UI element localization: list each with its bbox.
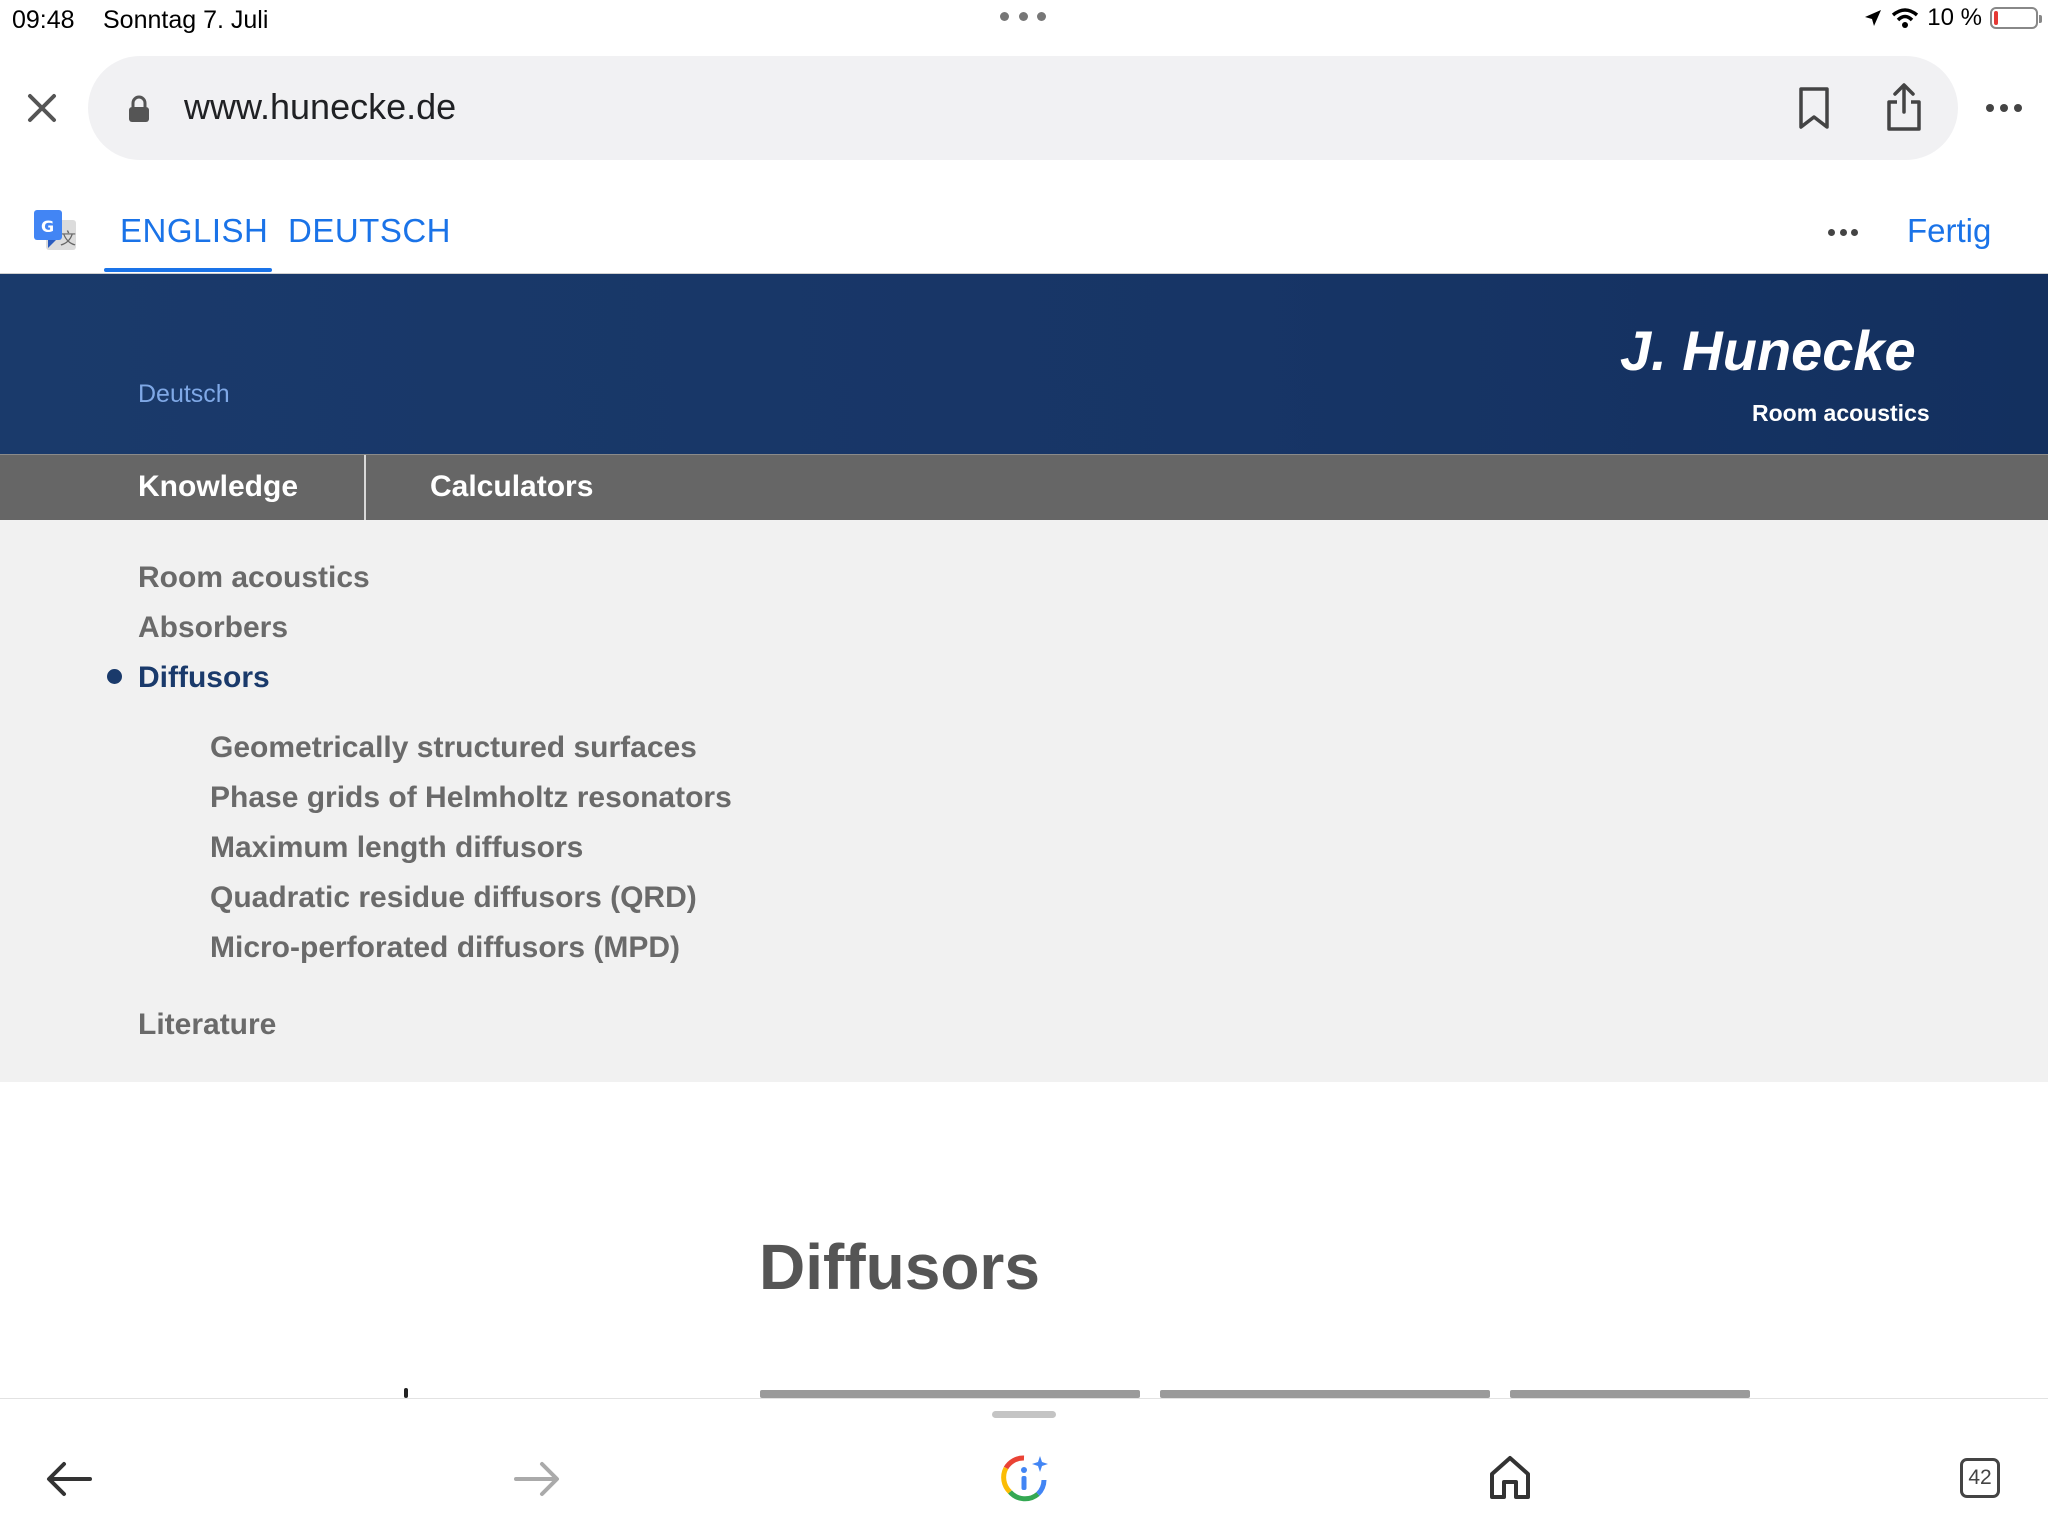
svg-text:G: G [41,217,54,236]
done-button[interactable]: Fertig [1907,212,1991,250]
main-nav [0,454,2048,520]
close-icon[interactable] [22,88,62,128]
tab-english[interactable]: ENGLISH [120,212,268,250]
active-tab-indicator [104,268,272,272]
grab-handle[interactable] [992,1411,1056,1418]
status-date: Sonntag 7. Juli [103,6,269,34]
bookmark-icon[interactable] [1796,86,1832,130]
multitasking-dots-icon[interactable] [1000,12,1046,22]
battery-icon [1990,7,2042,29]
active-bullet [107,669,122,684]
status-time: 09:48 [12,6,75,34]
home-icon[interactable] [1487,1452,1533,1502]
subnav-item-literature[interactable]: Literature [138,1008,276,1042]
language-link[interactable]: Deutsch [138,380,230,409]
subnav-child-phase-grids[interactable]: Phase grids of Helmholtz resonators [210,781,732,815]
back-arrow-icon[interactable] [44,1458,94,1500]
tab-deutsch[interactable]: DEUTSCH [288,212,451,250]
subnav-child-qrd[interactable]: Quadratic residue diffusors (QRD) [210,881,697,915]
nav-divider [364,455,366,520]
site-logo[interactable]: J. Hunecke [1620,318,1916,383]
svg-text:文: 文 [60,229,76,248]
nav-calculators[interactable]: Calculators [430,470,593,504]
subnav-item-absorbers[interactable]: Absorbers [138,611,288,645]
location-arrow-icon [1865,10,1882,26]
nav-knowledge[interactable]: Knowledge [138,470,298,504]
clipped-paragraph-line [360,1388,1800,1398]
forward-arrow-icon[interactable] [512,1458,562,1500]
page-title: Diffusors [759,1231,1040,1303]
share-icon[interactable] [1884,82,1924,132]
tabs-icon[interactable]: 42 [1960,1458,2000,1498]
url-text[interactable]: www.hunecke.de [184,86,456,128]
google-lens-icon[interactable] [998,1452,1050,1504]
lock-icon [129,95,149,122]
subnav-item-diffusors[interactable]: Diffusors [138,661,270,695]
subnav-item-room-acoustics[interactable]: Room acoustics [138,561,370,595]
subnav-child-mpd[interactable]: Micro-perforated diffusors (MPD) [210,931,680,965]
subnav-child-mls-diffusors[interactable]: Maximum length diffusors [210,831,583,865]
tab-count: 42 [1968,1466,1992,1489]
status-indicators: 10 % [1863,4,2042,32]
battery-percent: 10 % [1927,4,1982,31]
google-translate-icon: 文 G [34,210,76,250]
translate-options-icon[interactable] [1828,229,1858,237]
wifi-icon [1892,8,1919,28]
subnav-child-geometric-surfaces[interactable]: Geometrically structured surfaces [210,731,697,765]
more-icon[interactable] [1986,104,2022,114]
site-subtitle: Room acoustics [1752,400,1930,426]
